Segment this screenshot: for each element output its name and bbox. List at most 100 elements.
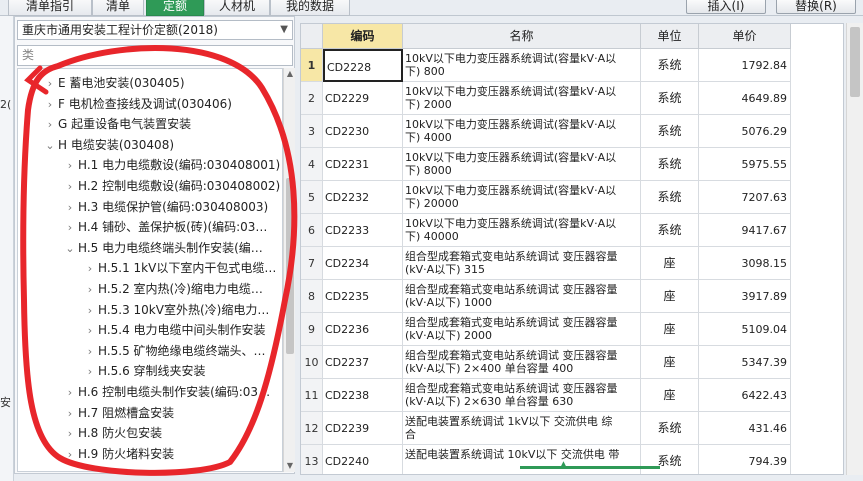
tree-node[interactable]: ⌄ H 电缆安装(030408) (42, 135, 174, 155)
quota-library-select[interactable]: 重庆市通用安装工程计价定额(2018) ▼ (17, 20, 293, 40)
row-number[interactable]: 4 (301, 148, 323, 181)
chevron-right-icon[interactable]: › (82, 301, 98, 321)
cell-code[interactable]: CD2232 (323, 181, 403, 214)
chevron-right-icon[interactable]: › (42, 95, 58, 115)
row-number[interactable]: 3 (301, 115, 323, 148)
chevron-right-icon[interactable]: › (82, 259, 98, 279)
search-input[interactable]: 类 (17, 45, 293, 66)
cell-price[interactable]: 794.39 (699, 445, 791, 474)
cell-price[interactable]: 5975.55 (699, 148, 791, 181)
cell-price[interactable]: 5076.29 (699, 115, 791, 148)
cell-unit[interactable]: 座 (641, 247, 699, 280)
column-header-price[interactable]: 单价 (699, 24, 791, 49)
tree-node[interactable]: › H.3 电缆保护管(编码:030408003) (62, 197, 268, 217)
chevron-right-icon[interactable]: › (82, 280, 98, 300)
tree-node[interactable]: › H.8 防火包安装 (62, 423, 162, 443)
tree-node[interactable]: › H.1 电力电缆敷设(编码:030408001) (62, 155, 280, 175)
tree-node[interactable]: › F 电机检查接线及调试(030406) (42, 94, 232, 114)
chevron-right-icon[interactable]: › (62, 383, 78, 403)
row-number[interactable]: 2 (301, 82, 323, 115)
chevron-right-icon[interactable]: › (62, 445, 78, 465)
tree-node[interactable]: › G 起重设备电气装置安装 (42, 114, 191, 134)
cell-code[interactable]: CD2235 (323, 280, 403, 313)
scrollbar-thumb[interactable] (850, 27, 860, 97)
tree-node[interactable]: › H.2 控制电缆敷设(编码:030408002) (62, 176, 280, 196)
cell-price[interactable]: 3098.15 (699, 247, 791, 280)
cell-unit[interactable]: 系统 (641, 214, 699, 247)
cell-unit[interactable]: 系统 (641, 445, 699, 474)
column-header-name[interactable]: 名称 (403, 24, 641, 49)
cell-unit[interactable]: 系统 (641, 181, 699, 214)
cell-name[interactable]: 组合型成套箱式变电站系统调试 变压器容量 (kV·A以下) 315 (403, 247, 641, 280)
cell-name[interactable]: 组合型成套箱式变电站系统调试 变压器容量 (kV·A以下) 1000 (403, 280, 641, 313)
cell-code[interactable]: CD2234 (323, 247, 403, 280)
cell-name[interactable]: 10kV以下电力变压器系统调试(容量kV·A以 下) 4000 (403, 115, 641, 148)
cell-name[interactable]: 10kV以下电力变压器系统调试(容量kV·A以 下) 40000 (403, 214, 641, 247)
chevron-up-icon[interactable]: ▲ (560, 460, 567, 470)
row-number[interactable]: 1 (301, 49, 323, 82)
cell-unit[interactable]: 系统 (641, 412, 699, 445)
cell-name[interactable]: 组合型成套箱式变电站系统调试 变压器容量 (kV·A以下) 2×400 单台容量 … (403, 346, 641, 379)
row-number[interactable]: 12 (301, 412, 323, 445)
tree-scrollbar[interactable]: ▲ ▼ (283, 68, 295, 472)
cell-unit[interactable]: 座 (641, 313, 699, 346)
cell-code[interactable]: CD2233 (323, 214, 403, 247)
tab-list[interactable]: 清单 (92, 0, 144, 16)
chevron-down-icon[interactable]: ⌄ (42, 136, 58, 156)
cell-unit[interactable]: 系统 (641, 115, 699, 148)
tree-node[interactable]: › H.6 控制电缆头制作安装(编码:03… (62, 382, 270, 402)
column-header-unit[interactable]: 单位 (641, 24, 699, 49)
cell-price[interactable]: 7207.63 (699, 181, 791, 214)
scroll-up-icon[interactable]: ▲ (284, 68, 296, 80)
cell-code[interactable]: CD2236 (323, 313, 403, 346)
cell-name[interactable]: 10kV以下电力变压器系统调试(容量kV·A以 下) 800 (403, 49, 641, 82)
tree-node[interactable]: › H.5.3 10kV室外热(冷)缩电力… (82, 300, 270, 321)
row-number[interactable]: 8 (301, 280, 323, 313)
tree-node[interactable]: › H.5.2 室内热(冷)缩电力电缆… (82, 279, 263, 299)
cell-unit[interactable]: 系统 (641, 148, 699, 181)
cell-unit[interactable]: 座 (641, 280, 699, 313)
tree-node[interactable]: › H.5.4 电力电缆中间头制作安装 (82, 320, 266, 340)
row-number[interactable]: 9 (301, 313, 323, 346)
cell-code[interactable]: CD2240 (323, 445, 403, 474)
row-number[interactable]: 7 (301, 247, 323, 280)
chevron-down-icon[interactable]: ⌄ (62, 239, 78, 259)
tree-node[interactable]: › H.5.5 矿物绝缘电缆终端头、… (82, 341, 266, 361)
tab-my-data[interactable]: 我的数据 (270, 0, 350, 16)
tree-node[interactable]: › H.7 阻燃槽盒安装 (62, 403, 174, 423)
tree-node[interactable]: › H.5.6 穿制线夹安装 (82, 361, 206, 381)
cell-name[interactable]: 10kV以下电力变压器系统调试(容量kV·A以 下) 20000 (403, 181, 641, 214)
replace-button[interactable]: 替换(R) (776, 0, 856, 14)
cell-name[interactable]: 10kV以下电力变压器系统调试(容量kV·A以 下) 2000 (403, 82, 641, 115)
scrollbar-thumb[interactable] (286, 178, 294, 354)
cell-price[interactable]: 1792.84 (699, 49, 791, 82)
cell-code[interactable]: CD2228 (323, 49, 403, 82)
tab-list-guide[interactable]: 清单指引 (8, 0, 92, 16)
splitter-handle[interactable] (520, 466, 660, 469)
row-number[interactable]: 6 (301, 214, 323, 247)
chevron-right-icon[interactable]: › (82, 321, 98, 341)
table-scrollbar[interactable] (846, 23, 863, 475)
chevron-right-icon[interactable]: › (82, 342, 98, 362)
cell-price[interactable]: 9417.67 (699, 214, 791, 247)
cell-name[interactable]: 10kV以下电力变压器系统调试(容量kV·A以 下) 8000 (403, 148, 641, 181)
cell-code[interactable]: CD2229 (323, 82, 403, 115)
column-header-code[interactable]: 编码 (323, 24, 403, 49)
scroll-down-icon[interactable]: ▼ (284, 460, 296, 472)
chevron-right-icon[interactable]: › (62, 218, 78, 238)
cell-price[interactable]: 431.46 (699, 412, 791, 445)
cell-price[interactable]: 5109.04 (699, 313, 791, 346)
chevron-right-icon[interactable]: › (42, 115, 58, 135)
chevron-right-icon[interactable]: › (62, 177, 78, 197)
cell-price[interactable]: 4649.89 (699, 82, 791, 115)
cell-unit[interactable]: 座 (641, 346, 699, 379)
row-number[interactable]: 5 (301, 181, 323, 214)
chevron-right-icon[interactable]: › (62, 156, 78, 176)
cell-name[interactable]: 送配电装置系统调试 10kV以下 交流供电 带 (403, 445, 641, 474)
cell-price[interactable]: 3917.89 (699, 280, 791, 313)
row-number[interactable]: 13 (301, 445, 323, 474)
cell-unit[interactable]: 系统 (641, 82, 699, 115)
cell-code[interactable]: CD2231 (323, 148, 403, 181)
cell-price[interactable]: 6422.43 (699, 379, 791, 412)
chevron-down-icon[interactable]: ▼ (280, 21, 288, 39)
